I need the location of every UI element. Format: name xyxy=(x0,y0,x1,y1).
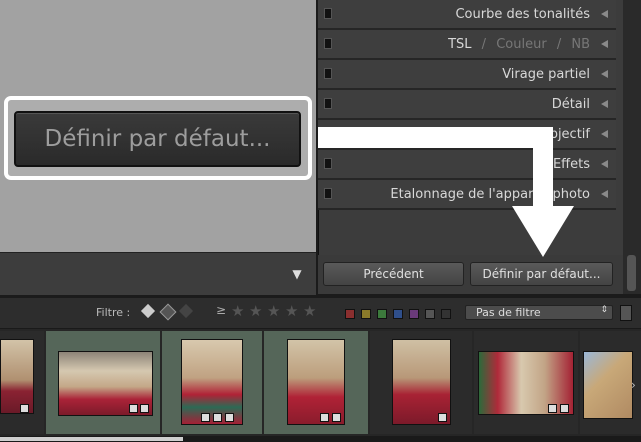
panel-section-split-toning[interactable]: Virage partiel xyxy=(318,60,616,90)
photo-thumbnail[interactable] xyxy=(0,339,34,414)
section-toggle-icon[interactable] xyxy=(324,158,332,169)
color-label-none[interactable] xyxy=(441,309,451,319)
section-label: Courbe des tonalités xyxy=(455,6,590,22)
section-label: Virage partiel xyxy=(502,66,590,82)
zoomed-set-default-button[interactable]: Définir par défaut... xyxy=(14,111,301,167)
edited-badge-icon xyxy=(332,413,341,422)
stack-badge-icon xyxy=(320,413,329,422)
edited-badge-icon xyxy=(225,413,234,422)
color-label-purple[interactable] xyxy=(409,309,419,319)
chevron-down-icon[interactable]: ▼ xyxy=(284,262,310,286)
color-label-red[interactable] xyxy=(345,309,355,319)
edited-badge-icon xyxy=(438,413,447,422)
rating-operator[interactable]: ≥ xyxy=(216,303,226,317)
panel-section-effects[interactable]: Effets xyxy=(318,150,616,180)
filmstrip-cell[interactable] xyxy=(162,331,262,434)
filmstrip-cell[interactable] xyxy=(370,331,472,434)
photo-thumbnail[interactable] xyxy=(583,351,633,419)
color-label-custom[interactable] xyxy=(425,309,435,319)
photo-thumbnail[interactable] xyxy=(58,351,153,416)
section-toggle-icon[interactable] xyxy=(324,8,332,19)
filter-label: Filtre : xyxy=(96,306,131,319)
color-label-yellow[interactable] xyxy=(361,309,371,319)
tab-bw[interactable]: NB xyxy=(571,37,590,52)
filter-lock-icon[interactable] xyxy=(620,305,632,321)
edited-badge-icon xyxy=(560,404,569,413)
collapse-triangle-icon[interactable] xyxy=(601,100,608,108)
edited-badge-icon xyxy=(20,404,29,413)
collapse-triangle-icon[interactable] xyxy=(601,70,608,78)
star-icon[interactable]: ★ xyxy=(285,302,298,320)
stack-badge-icon xyxy=(548,404,557,413)
star-icon[interactable]: ★ xyxy=(249,302,262,320)
color-label-green[interactable] xyxy=(377,309,387,319)
section-toggle-icon[interactable] xyxy=(324,68,332,79)
collapse-triangle-icon[interactable] xyxy=(601,40,608,48)
section-label: Détail xyxy=(551,96,590,112)
section-label: Effets xyxy=(552,156,590,172)
section-toggle-icon[interactable] xyxy=(324,188,332,199)
separator: / xyxy=(556,36,562,52)
panel-section-lens-corrections[interactable]: Corrections de l'objectif xyxy=(318,120,616,150)
updown-arrows-icon: ⇕ xyxy=(600,305,608,315)
tab-color[interactable]: Couleur xyxy=(496,37,546,52)
filmstrip-cell[interactable] xyxy=(474,331,578,434)
set-default-button[interactable]: Définir par défaut... xyxy=(470,262,613,286)
toolbar-strip xyxy=(0,252,316,295)
section-toggle-icon[interactable] xyxy=(324,98,332,109)
filter-preset-select[interactable]: Pas de filtre ⇕ xyxy=(465,305,613,320)
star-icon[interactable]: ★ xyxy=(231,302,244,320)
filmstrip-scrollbar-thumb[interactable] xyxy=(0,437,183,441)
tab-hsl[interactable]: TSL xyxy=(448,37,471,52)
filmstrip-cell[interactable] xyxy=(264,331,368,434)
panel-section-hsl[interactable]: TSL / Couleur / NB xyxy=(318,30,616,60)
crop-badge-icon xyxy=(213,413,222,422)
section-label-group: TSL / Couleur / NB xyxy=(448,37,590,52)
panel-section-detail[interactable]: Détail xyxy=(318,90,616,120)
panel-section-tone-curve[interactable]: Courbe des tonalités xyxy=(318,0,616,30)
panel-section-camera-calibration[interactable]: Etalonnage de l'appareil photo xyxy=(318,180,616,210)
color-label-blue[interactable] xyxy=(393,309,403,319)
stack-badge-icon xyxy=(201,413,210,422)
panel-scrollbar-thumb[interactable] xyxy=(627,255,636,291)
filter-preset-value: Pas de filtre xyxy=(476,306,541,319)
collapse-triangle-icon[interactable] xyxy=(601,130,608,138)
separator: / xyxy=(481,36,487,52)
filmstrip-cell[interactable] xyxy=(46,331,160,434)
collapse-triangle-icon[interactable] xyxy=(601,190,608,198)
section-label: Etalonnage de l'appareil photo xyxy=(390,186,590,202)
previous-button[interactable]: Précédent xyxy=(323,262,464,286)
stack-badge-icon xyxy=(129,404,138,413)
collapse-triangle-icon[interactable] xyxy=(601,10,608,18)
filmstrip-cell[interactable] xyxy=(0,331,44,434)
section-label: Corrections de l'objectif xyxy=(436,126,590,142)
filmstrip-next-icon[interactable]: › xyxy=(631,378,636,392)
section-toggle-icon[interactable] xyxy=(324,128,332,139)
star-icon[interactable]: ★ xyxy=(303,302,316,320)
star-icon[interactable]: ★ xyxy=(267,302,280,320)
edited-badge-icon xyxy=(140,404,149,413)
panel-scrollbar[interactable] xyxy=(623,0,641,294)
collapse-triangle-icon[interactable] xyxy=(601,160,608,168)
section-toggle-icon[interactable] xyxy=(324,38,332,49)
